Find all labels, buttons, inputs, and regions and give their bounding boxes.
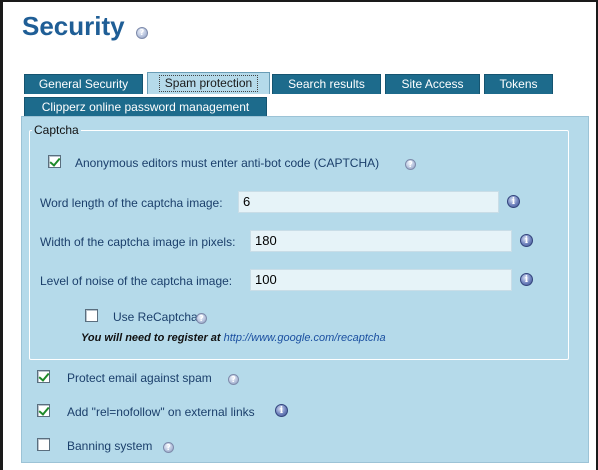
page-title: Security <box>22 11 125 41</box>
captcha-noise-input[interactable]: 100 <box>250 269 512 291</box>
tab-label: Search results <box>288 77 365 91</box>
captcha-width-label: Width of the captcha image in pixels: <box>40 235 236 249</box>
nofollow-checkbox[interactable] <box>37 404 50 417</box>
help-icon[interactable] <box>136 27 148 39</box>
protect-email-label: Protect email against spam <box>67 371 212 385</box>
anonymous-editors-checkbox[interactable] <box>48 155 61 168</box>
help-icon[interactable] <box>163 442 174 453</box>
window-frame-left <box>0 0 3 470</box>
tab-clipperz[interactable]: Clipperz online password management <box>24 97 267 117</box>
recaptcha-note: You will need to register at http://www.… <box>81 332 386 344</box>
protect-email-checkbox[interactable] <box>37 370 50 383</box>
help-icon[interactable] <box>405 159 416 170</box>
recaptcha-checkbox[interactable] <box>85 309 98 322</box>
tab-label: General Security <box>38 77 129 91</box>
recaptcha-note-text: You will need to register at <box>81 332 221 344</box>
anonymous-editors-label: Anonymous editors must enter anti-bot co… <box>75 156 380 170</box>
captcha-width-input[interactable]: 180 <box>250 230 512 252</box>
banning-checkbox[interactable] <box>37 438 50 451</box>
tab-label: Site Access <box>401 77 464 91</box>
help-icon[interactable] <box>228 374 239 385</box>
tab-tokens[interactable]: Tokens <box>484 74 553 94</box>
captcha-noise-label: Level of noise of the captcha image: <box>40 274 233 288</box>
banning-label: Banning system <box>67 439 153 453</box>
tab-label: Tokens <box>499 77 538 91</box>
tab-search-results[interactable]: Search results <box>272 74 381 94</box>
tab-label: Spam protection <box>158 75 259 92</box>
info-icon[interactable] <box>520 234 533 247</box>
nofollow-label: Add "rel=nofollow" on external links <box>67 405 255 419</box>
info-icon[interactable] <box>275 404 288 417</box>
tab-spam-protection[interactable]: Spam protection <box>147 72 270 94</box>
info-icon[interactable] <box>520 273 533 286</box>
word-length-input[interactable]: 6 <box>238 191 499 213</box>
recaptcha-label: Use ReCaptcha <box>113 310 198 324</box>
window-frame-top <box>0 0 598 2</box>
captcha-legend: Captcha <box>32 123 81 137</box>
info-icon[interactable] <box>507 195 520 208</box>
help-icon[interactable] <box>196 313 207 324</box>
word-length-label: Word length of the captcha image: <box>40 196 223 210</box>
tab-label: Clipperz online password management <box>41 100 250 114</box>
recaptcha-link[interactable]: http://www.google.com/recaptcha <box>224 332 386 344</box>
tab-site-access[interactable]: Site Access <box>385 74 480 94</box>
tab-general-security[interactable]: General Security <box>24 74 143 94</box>
